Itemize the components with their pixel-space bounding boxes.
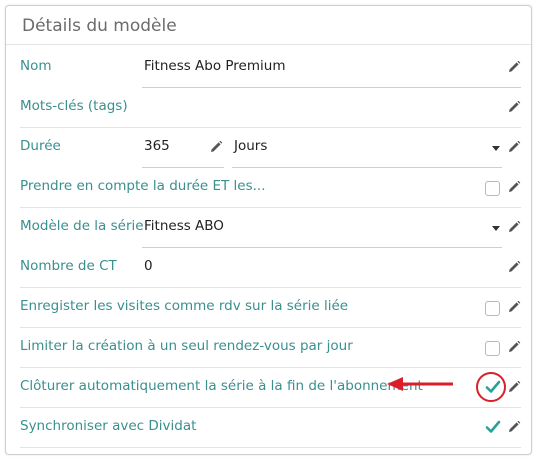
- duration-unit-select[interactable]: Jours: [234, 138, 267, 154]
- panel-title: Détails du modèle: [22, 16, 177, 36]
- checkmark-icon: [485, 420, 501, 433]
- field-row-modele-serie: Modèle de la série Fitness ABO: [20, 208, 521, 248]
- edit-pencil-icon[interactable]: [507, 100, 521, 114]
- field-label-synchroniser: Synchroniser avec Dividat: [20, 418, 197, 434]
- edit-pencil-icon[interactable]: [209, 140, 223, 154]
- field-label-cloturer-auto: Clôturer automatiquement la série à la f…: [20, 378, 423, 394]
- field-label-duree: Durée: [20, 138, 61, 154]
- caret-down-icon[interactable]: [492, 226, 500, 231]
- field-label-enregistrer-visites: Enregister les visites comme rdv sur la …: [20, 298, 349, 314]
- duration-input[interactable]: 365: [144, 138, 170, 154]
- nom-input[interactable]: Fitness Abo Premium: [144, 58, 285, 74]
- field-row-limiter-creation: Limiter la création à un seul rendez-vou…: [20, 328, 521, 368]
- synchroniser-checkbox[interactable]: [485, 419, 501, 435]
- title-divider: [6, 44, 531, 45]
- field-label-modele-serie: Modèle de la série: [20, 218, 144, 234]
- annotation-arrow-icon: [387, 377, 453, 391]
- edit-pencil-icon[interactable]: [507, 300, 521, 314]
- field-row-prendre-compte: Prendre en compte la durée ET les...: [20, 168, 521, 208]
- edit-pencil-icon[interactable]: [507, 60, 521, 74]
- row-divider: [20, 447, 521, 448]
- field-row-nom: Nom Fitness Abo Premium: [20, 48, 521, 88]
- edit-pencil-icon[interactable]: [507, 140, 521, 154]
- series-model-select[interactable]: Fitness ABO: [144, 218, 224, 234]
- field-row-enregistrer-visites: Enregister les visites comme rdv sur la …: [20, 288, 521, 328]
- annotation-circle: [476, 372, 506, 402]
- field-row-nombre-ct: Nombre de CT 0: [20, 248, 521, 288]
- caret-down-icon[interactable]: [492, 146, 500, 151]
- field-label-limiter-creation: Limiter la création à un seul rendez-vou…: [20, 338, 353, 354]
- field-row-mots-cles: Mots-clés (tags): [20, 88, 521, 128]
- edit-pencil-icon[interactable]: [507, 420, 521, 434]
- field-label-nom: Nom: [20, 58, 52, 74]
- field-row-duree: Durée 365 Jours: [20, 128, 521, 168]
- edit-pencil-icon[interactable]: [507, 180, 521, 194]
- field-row-synchroniser: Synchroniser avec Dividat: [20, 408, 521, 448]
- edit-pencil-icon[interactable]: [507, 380, 521, 394]
- edit-pencil-icon[interactable]: [507, 220, 521, 234]
- edit-pencil-icon[interactable]: [507, 260, 521, 274]
- prendre-compte-checkbox[interactable]: [485, 181, 500, 196]
- ct-count-input[interactable]: 0: [144, 258, 153, 274]
- edit-pencil-icon[interactable]: [507, 340, 521, 354]
- field-label-nombre-ct: Nombre de CT: [20, 258, 117, 274]
- limiter-creation-checkbox[interactable]: [485, 341, 500, 356]
- enregistrer-visites-checkbox[interactable]: [485, 301, 500, 316]
- field-label-mots-cles: Mots-clés (tags): [20, 98, 128, 114]
- field-label-prendre-compte: Prendre en compte la durée ET les...: [20, 178, 266, 194]
